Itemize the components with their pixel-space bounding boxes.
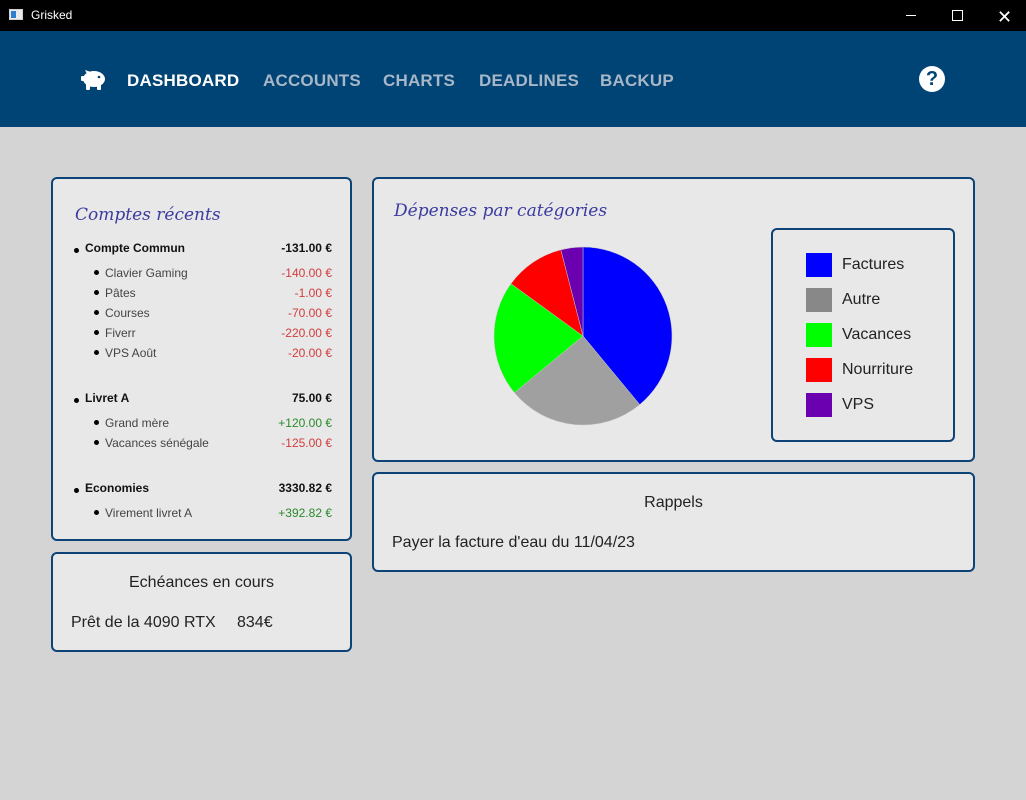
legend-item-vacances: Vacances — [806, 323, 946, 349]
reminders-panel: Rappels Payer la facture d'eau du 11/04/… — [372, 472, 975, 572]
transaction-label: Vacances sénégale — [105, 436, 209, 450]
close-button[interactable]: ✕ — [980, 0, 1026, 31]
account-name: Livret A — [85, 391, 130, 405]
recent-accounts-panel: Comptes récents Compte Commun -131.00 € … — [51, 177, 352, 541]
legend-label: Nourriture — [842, 361, 914, 378]
transaction-label: Grand mère — [105, 416, 170, 430]
minimize-button[interactable] — [888, 0, 934, 31]
legend-swatch — [806, 323, 832, 347]
legend-label: Vacances — [842, 326, 912, 343]
chart-legend: Factures Autre Vacances Nourriture VPS — [771, 228, 955, 442]
account-balance: 3330.82 € — [278, 481, 332, 495]
app-icon — [9, 9, 23, 20]
bullet — [94, 350, 99, 355]
legend-label: Factures — [842, 256, 905, 273]
reminder-item[interactable]: Payer la facture d'eau du 11/04/23 — [392, 534, 635, 552]
legend-item-autre: Autre — [806, 288, 946, 314]
nav-dashboard[interactable]: DASHBOARD — [127, 71, 239, 91]
transaction-row[interactable]: VPS Août -20.00 € — [53, 344, 350, 362]
legend-item-vps: VPS — [806, 393, 946, 419]
account-balance: -131.00 € — [281, 241, 332, 255]
transaction-label: Clavier Gaming — [105, 266, 188, 280]
bullet — [94, 440, 99, 445]
legend-swatch — [806, 288, 832, 312]
bullet — [74, 248, 79, 253]
legend-swatch — [806, 253, 832, 277]
transaction-amount: +120.00 € — [278, 416, 332, 430]
transaction-row[interactable]: Fiverr -220.00 € — [53, 324, 350, 342]
transaction-label: Pâtes — [105, 286, 136, 300]
bullet — [74, 488, 79, 493]
transaction-label: VPS Août — [105, 346, 157, 360]
account-row[interactable]: Livret A 75.00 € — [53, 389, 350, 407]
legend-item-nourriture: Nourriture — [806, 358, 946, 384]
transaction-amount: -70.00 € — [287, 306, 332, 320]
bullet — [94, 270, 99, 275]
close-icon: ✕ — [997, 7, 1013, 27]
help-icon[interactable]: ? — [919, 66, 945, 92]
minimize-icon — [906, 15, 916, 16]
transaction-row[interactable]: Clavier Gaming -140.00 € — [53, 264, 350, 282]
account-row[interactable]: Economies 3330.82 € — [53, 479, 350, 497]
transaction-row[interactable]: Pâtes -1.00 € — [53, 284, 350, 302]
transaction-amount: +392.82 € — [278, 506, 332, 520]
transaction-row[interactable]: Vacances sénégale -125.00 € — [53, 434, 350, 452]
legend-item-factures: Factures — [806, 253, 946, 279]
nav-accounts[interactable]: ACCOUNTS — [263, 71, 361, 91]
piggy-bank-icon[interactable] — [80, 67, 108, 91]
reminders-title: Rappels — [644, 494, 703, 511]
legend-swatch — [806, 393, 832, 417]
transaction-label: Virement livret A — [105, 506, 193, 520]
account-balance: 75.00 € — [291, 391, 332, 405]
account-name: Economies — [85, 481, 150, 495]
transaction-label: Fiverr — [105, 326, 136, 340]
bullet — [94, 510, 99, 515]
transaction-amount: -140.00 € — [281, 266, 332, 280]
bullet — [94, 290, 99, 295]
expenses-chart-panel: Dépenses par catégories Factures Autre V… — [372, 177, 975, 462]
transaction-row[interactable]: Courses -70.00 € — [53, 304, 350, 322]
window-title: Grisked — [31, 8, 73, 22]
transaction-amount: -220.00 € — [281, 326, 332, 340]
account-name: Compte Commun — [85, 241, 185, 255]
deadlines-panel: Echéances en cours Prêt de la 4090 RTX 8… — [51, 552, 352, 652]
nav-charts[interactable]: CHARTS — [383, 71, 455, 91]
expenses-pie-chart — [493, 246, 673, 426]
legend-swatch — [806, 358, 832, 382]
bullet — [94, 330, 99, 335]
deadline-amount: 834€ — [237, 614, 273, 631]
transaction-amount: -20.00 € — [287, 346, 332, 360]
navigation-bar: DASHBOARD ACCOUNTS CHARTS DEADLINES BACK… — [0, 31, 1026, 127]
recent-accounts-title: Comptes récents — [75, 205, 221, 225]
bullet — [94, 310, 99, 315]
maximize-button[interactable] — [934, 0, 980, 31]
deadlines-title: Echéances en cours — [129, 574, 274, 591]
nav-backup[interactable]: BACKUP — [600, 71, 674, 91]
deadline-label[interactable]: Prêt de la 4090 RTX — [71, 614, 216, 632]
bullet — [74, 398, 79, 403]
transaction-row[interactable]: Virement livret A +392.82 € — [53, 504, 350, 522]
expenses-chart-title: Dépenses par catégories — [394, 201, 608, 221]
legend-label: Autre — [842, 291, 881, 308]
transaction-amount: -1.00 € — [294, 286, 332, 300]
nav-deadlines[interactable]: DEADLINES — [479, 71, 579, 91]
maximize-icon — [952, 10, 963, 21]
bullet — [94, 420, 99, 425]
title-bar: Grisked ✕ — [0, 0, 1026, 31]
account-row[interactable]: Compte Commun -131.00 € — [53, 239, 350, 257]
transaction-label: Courses — [105, 306, 150, 320]
legend-label: VPS — [842, 396, 875, 413]
transaction-row[interactable]: Grand mère +120.00 € — [53, 414, 350, 432]
transaction-amount: -125.00 € — [281, 436, 332, 450]
